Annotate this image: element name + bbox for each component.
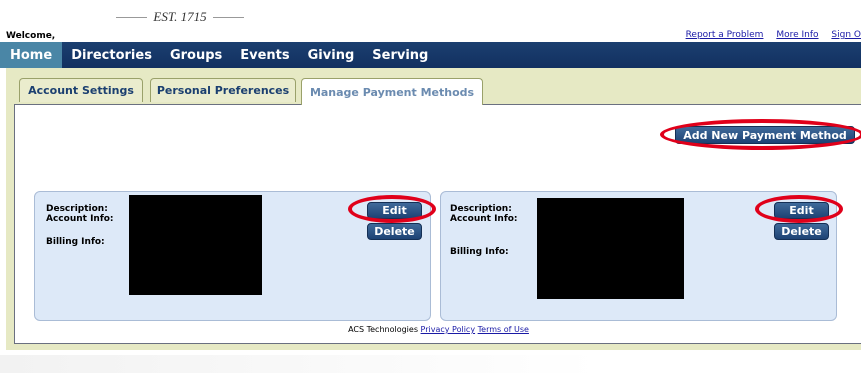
content-area: Account Settings Personal Preferences Ma… [6, 68, 861, 350]
sign-out-link[interactable]: Sign O [831, 30, 861, 40]
redacted-account-details [537, 198, 684, 299]
delete-button[interactable]: Delete [774, 223, 829, 240]
payment-methods-panel: Add New Payment Method Description: Acco… [14, 104, 861, 344]
tab-personal-preferences[interactable]: Personal Preferences [150, 78, 296, 102]
delete-button[interactable]: Delete [367, 223, 422, 240]
payment-card: Description: Account Info: Billing Info:… [34, 191, 436, 321]
bottom-shadow [0, 355, 600, 373]
description-label: Description: [450, 204, 512, 214]
welcome-text: Welcome, [6, 31, 56, 41]
footer-company: ACS Technologies [348, 325, 418, 334]
edit-button[interactable]: Edit [774, 202, 829, 219]
edit-button[interactable]: Edit [367, 202, 422, 219]
redacted-account-details [129, 195, 262, 295]
billing-info-label: Billing Info: [46, 237, 105, 247]
nav-home[interactable]: Home [0, 42, 63, 68]
logo-rule-left [116, 16, 148, 18]
report-problem-link[interactable]: Report a Problem [686, 30, 764, 40]
main-nav: Home Directories Groups Events Giving Se… [0, 42, 861, 68]
nav-groups[interactable]: Groups [161, 42, 231, 68]
nav-giving[interactable]: Giving [299, 42, 364, 68]
add-payment-method-button[interactable]: Add New Payment Method [675, 126, 855, 144]
tab-manage-payment-methods[interactable]: Manage Payment Methods [301, 78, 483, 105]
account-info-label: Account Info: [450, 214, 518, 224]
nav-serving[interactable]: Serving [363, 42, 437, 68]
est-label: EST. 1715 [153, 9, 207, 24]
top-links: Report a Problem More Info Sign O [676, 30, 861, 40]
tab-account-settings[interactable]: Account Settings [19, 78, 143, 102]
nav-directories[interactable]: Directories [62, 42, 161, 68]
est-logo: EST. 1715 [110, 8, 250, 26]
description-label: Description: [46, 204, 108, 214]
account-info-label: Account Info: [46, 214, 114, 224]
footer: ACS Technologies Privacy Policy Terms of… [15, 325, 861, 334]
terms-of-use-link[interactable]: Terms of Use [478, 325, 529, 334]
payment-card: Description: Account Info: Billing Info:… [440, 191, 843, 321]
nav-events[interactable]: Events [231, 42, 298, 68]
logo-rule-right [212, 16, 244, 18]
billing-info-label: Billing Info: [450, 247, 509, 257]
privacy-policy-link[interactable]: Privacy Policy [421, 325, 476, 334]
more-info-link[interactable]: More Info [776, 30, 818, 40]
